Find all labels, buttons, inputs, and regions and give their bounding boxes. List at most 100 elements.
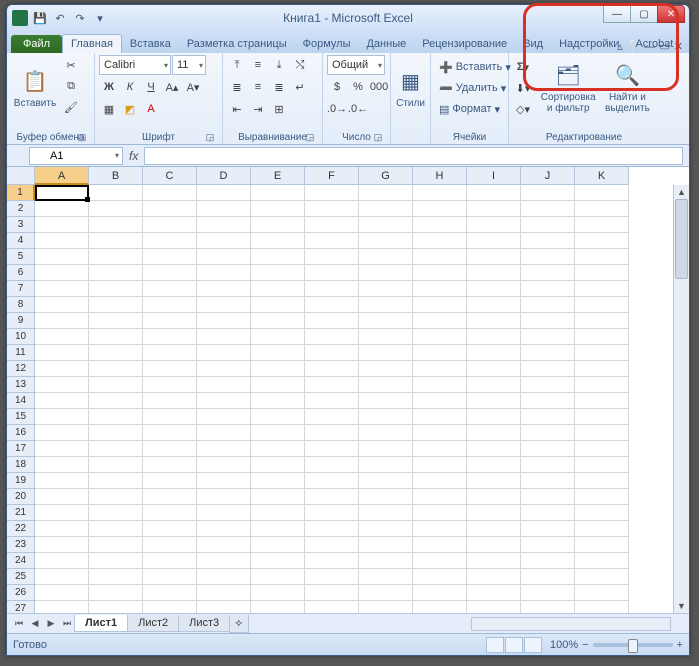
cell[interactable] [359, 457, 413, 473]
align-top-icon[interactable]: ⤒ [227, 55, 247, 75]
cell[interactable] [413, 537, 467, 553]
cell[interactable] [197, 361, 251, 377]
col-header[interactable]: B [89, 167, 143, 185]
row-header[interactable]: 15 [7, 409, 35, 425]
cell[interactable] [197, 569, 251, 585]
scroll-up-icon[interactable]: ▲ [674, 185, 689, 199]
cell[interactable] [251, 457, 305, 473]
cell[interactable] [197, 457, 251, 473]
cell[interactable] [251, 297, 305, 313]
row-header[interactable]: 8 [7, 297, 35, 313]
cell[interactable] [305, 585, 359, 601]
cell[interactable] [521, 585, 575, 601]
cell[interactable] [143, 249, 197, 265]
cell[interactable] [143, 313, 197, 329]
format-cells-button[interactable]: ▤Формат▾ [435, 99, 515, 119]
ribbon-minimize-icon[interactable]: ▵ [617, 40, 623, 53]
cell[interactable] [521, 537, 575, 553]
cell[interactable] [251, 217, 305, 233]
tab-formulas[interactable]: Формулы [295, 35, 359, 53]
tab-file[interactable]: Файл [11, 35, 62, 53]
cell[interactable] [359, 409, 413, 425]
cell[interactable] [359, 393, 413, 409]
row-header[interactable]: 11 [7, 345, 35, 361]
maximize-button[interactable]: ▢ [630, 5, 658, 23]
cell[interactable] [575, 313, 629, 329]
cell[interactable] [89, 329, 143, 345]
cell[interactable] [575, 297, 629, 313]
italic-icon[interactable]: К [120, 77, 140, 97]
row-header[interactable]: 12 [7, 361, 35, 377]
cell[interactable] [305, 425, 359, 441]
cell[interactable] [413, 393, 467, 409]
cell[interactable] [35, 393, 89, 409]
row-header[interactable]: 10 [7, 329, 35, 345]
cell[interactable] [89, 553, 143, 569]
wrap-text-icon[interactable]: ↵ [290, 77, 310, 97]
cell[interactable] [251, 601, 305, 613]
cell[interactable] [575, 361, 629, 377]
save-icon[interactable]: 💾 [31, 9, 49, 27]
cell[interactable] [197, 217, 251, 233]
row-header[interactable]: 6 [7, 265, 35, 281]
cell[interactable] [251, 345, 305, 361]
cell[interactable] [359, 505, 413, 521]
comma-icon[interactable]: 000 [369, 77, 389, 97]
cell[interactable] [575, 345, 629, 361]
minimize-button[interactable]: — [603, 5, 631, 23]
cell[interactable] [89, 601, 143, 613]
cell[interactable] [359, 233, 413, 249]
align-bottom-icon[interactable]: ⤓ [269, 55, 289, 75]
cell[interactable] [35, 233, 89, 249]
cell[interactable] [413, 329, 467, 345]
cell[interactable] [89, 233, 143, 249]
cell[interactable] [413, 217, 467, 233]
cell[interactable] [197, 425, 251, 441]
cell[interactable] [197, 297, 251, 313]
cell[interactable] [575, 265, 629, 281]
row-header[interactable]: 3 [7, 217, 35, 233]
cell[interactable] [197, 265, 251, 281]
cell[interactable] [251, 569, 305, 585]
row-header[interactable]: 4 [7, 233, 35, 249]
cell[interactable] [143, 569, 197, 585]
delete-cells-button[interactable]: ➖Удалить▾ [435, 78, 515, 98]
cell[interactable] [413, 457, 467, 473]
autosum-icon[interactable]: Σ▾ [513, 57, 533, 77]
cell[interactable] [575, 217, 629, 233]
cell[interactable] [197, 521, 251, 537]
cell[interactable] [251, 185, 305, 201]
sheet-tab-1[interactable]: Лист1 [74, 615, 128, 632]
cell[interactable] [35, 521, 89, 537]
cell[interactable] [359, 425, 413, 441]
cell[interactable] [575, 441, 629, 457]
cell[interactable] [467, 393, 521, 409]
cell[interactable] [521, 185, 575, 201]
col-header[interactable]: E [251, 167, 305, 185]
cell[interactable] [89, 489, 143, 505]
cell[interactable] [89, 409, 143, 425]
font-name-combo[interactable]: Calibri [99, 55, 171, 75]
font-launcher-icon[interactable]: ◲ [204, 131, 216, 143]
cell[interactable] [305, 521, 359, 537]
cell[interactable] [305, 313, 359, 329]
increase-decimal-icon[interactable]: .0→ [327, 99, 347, 119]
cell[interactable] [305, 345, 359, 361]
cell[interactable] [143, 281, 197, 297]
undo-icon[interactable]: ↶ [51, 9, 69, 27]
cell[interactable] [521, 553, 575, 569]
underline-icon[interactable]: Ч [141, 77, 161, 97]
scroll-thumb[interactable] [675, 199, 688, 279]
cell[interactable] [467, 297, 521, 313]
cell[interactable] [413, 569, 467, 585]
cell[interactable] [251, 537, 305, 553]
cell[interactable] [575, 201, 629, 217]
cell[interactable] [197, 473, 251, 489]
row-header[interactable]: 2 [7, 201, 35, 217]
cell[interactable] [35, 265, 89, 281]
cell[interactable] [413, 521, 467, 537]
cell[interactable] [89, 281, 143, 297]
format-painter-icon[interactable]: 🖌 [61, 97, 81, 117]
cell[interactable] [89, 345, 143, 361]
tab-data[interactable]: Данные [358, 35, 414, 53]
